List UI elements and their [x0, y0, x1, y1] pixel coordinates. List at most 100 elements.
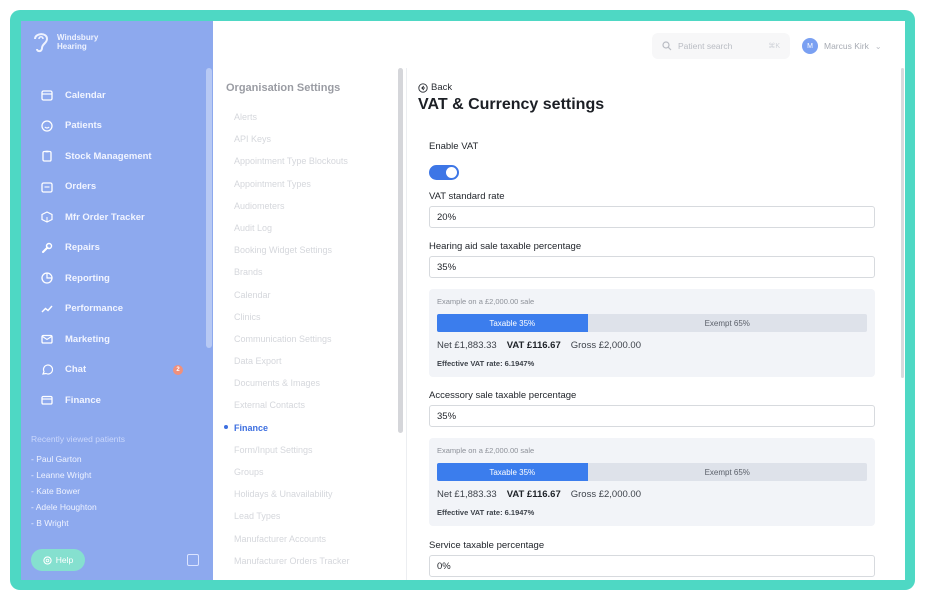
sidebar-item-marketing[interactable]: Marketing: [21, 324, 213, 355]
settings-nav-item[interactable]: Documents & Images: [226, 376, 350, 398]
sidebar-item-reporting[interactable]: Reporting: [21, 263, 213, 294]
page-title: VAT & Currency settings: [418, 96, 605, 113]
hearing-aid-example-box: Example on a £2,000.00 sale Taxable 35% …: [429, 289, 875, 377]
settings-nav-scrollbar[interactable]: [398, 68, 403, 433]
settings-nav-item[interactable]: Appointment Types: [226, 177, 350, 199]
sidebar-item-calendar[interactable]: Calendar: [21, 80, 213, 111]
clipboard-icon: [41, 150, 53, 162]
settings-nav-item[interactable]: API Keys: [226, 132, 350, 154]
brand-name-line2: Hearing: [57, 42, 87, 51]
patient-search-label: Patient search: [678, 41, 733, 51]
sidebar-item-label: Stock Management: [65, 150, 152, 162]
sidebar-item-label: Marketing: [65, 333, 110, 345]
sidebar-item-orders[interactable]: Orders: [21, 172, 213, 203]
back-link-label: Back: [431, 82, 453, 93]
recent-patients-list: - Paul Garton - Leanne Wright - Kate Bow…: [31, 451, 97, 531]
settings-nav-item[interactable]: Holidays & Unavailability: [226, 487, 350, 509]
sidebar-item-finance[interactable]: Finance: [21, 385, 213, 416]
settings-nav-item[interactable]: Manufacturer Orders Tracker: [226, 554, 350, 576]
taxable-split-bar: Taxable 35% Exempt 65%: [437, 314, 867, 332]
avatar: M: [802, 38, 818, 54]
recent-patient-link[interactable]: - Kate Bower: [31, 483, 97, 499]
accessory-taxable-input[interactable]: [429, 405, 875, 427]
enable-vat-label: Enable VAT: [429, 141, 479, 152]
orders-icon: [41, 181, 53, 193]
back-link[interactable]: Back: [418, 82, 452, 93]
sidebar-item-label: Calendar: [65, 89, 106, 101]
sidebar-item-label: Chat: [65, 364, 87, 376]
effective-vat-rate: Effective VAT rate: 6.1947%: [437, 359, 535, 368]
settings-nav-item[interactable]: Form/Input Settings: [226, 443, 350, 465]
exempt-segment: Exempt 65%: [704, 318, 750, 328]
settings-nav-list: Alerts API Keys Appointment Type Blockouts…: [224, 110, 350, 576]
sidebar-item-performance[interactable]: Performance: [21, 294, 213, 325]
sidebar-item-label: Reporting: [65, 272, 110, 284]
settings-nav-item[interactable]: Communication Settings: [226, 332, 350, 354]
main-scrollbar[interactable]: [901, 68, 904, 378]
calendar-icon: [41, 89, 53, 101]
service-taxable-label: Service taxable percentage: [429, 540, 545, 551]
settings-nav-item[interactable]: Clinics: [226, 310, 350, 332]
wrench-icon: [41, 242, 53, 254]
vat-rate-input[interactable]: [429, 206, 875, 228]
sidebar-item-patients[interactable]: Patients: [21, 111, 213, 142]
sidebar-item-label: Patients: [65, 120, 102, 132]
sidebar-item-chat[interactable]: Chat 2: [21, 355, 213, 386]
settings-nav-item[interactable]: Calendar: [226, 288, 350, 310]
settings-nav-item[interactable]: Appointment Type Blockouts: [226, 154, 350, 176]
sidebar-item-mfr-order-tracker[interactable]: Mfr Order Tracker: [21, 202, 213, 233]
settings-nav-item[interactable]: Alerts: [226, 110, 350, 132]
settings-nav-item[interactable]: Lead Types: [226, 509, 350, 531]
recent-patient-link[interactable]: - B Wright: [31, 515, 97, 531]
settings-nav-item[interactable]: Manufacturer Accounts: [226, 532, 350, 554]
settings-nav-item[interactable]: Audit Log: [226, 221, 350, 243]
service-taxable-input[interactable]: [429, 555, 875, 577]
search-shortcut: ⌘K: [768, 43, 780, 50]
sidebar-item-stock-management[interactable]: Stock Management: [21, 141, 213, 172]
settings-nav-item[interactable]: Booking Widget Settings: [226, 243, 350, 265]
hearing-aid-taxable-label: Hearing aid sale taxable percentage: [429, 241, 582, 252]
brand-name: Windsbury Hearing: [57, 33, 107, 51]
sidebar-scrollbar[interactable]: [206, 68, 212, 348]
gross-amount: Gross £2,000.00: [570, 340, 641, 351]
help-button[interactable]: Help: [31, 549, 85, 571]
settings-nav-item[interactable]: Data Export: [226, 354, 350, 376]
recent-patients-title: Recently viewed patients: [31, 434, 126, 444]
sidebar-item-label: Repairs: [65, 242, 100, 254]
card-icon: [41, 394, 53, 406]
settings-nav-item[interactable]: Brands: [226, 265, 350, 287]
recent-patient-link[interactable]: - Adele Houghton: [31, 499, 97, 515]
recent-patient-link[interactable]: - Leanne Wright: [31, 467, 97, 483]
help-icon: [43, 555, 52, 565]
enable-vat-toggle[interactable]: [429, 165, 459, 180]
sidebar-item-label: Mfr Order Tracker: [65, 211, 145, 223]
vat-rate-label: VAT standard rate: [429, 191, 505, 202]
settings-form-panel: Enable VAT VAT standard rate Hearing aid…: [418, 129, 886, 580]
price-breakdown: Net £1,883.33 VAT £116.67 Gross £2,000.0…: [437, 340, 641, 351]
example-caption: Example on a £2,000.00 sale: [437, 446, 535, 455]
brand-logo[interactable]: Windsbury Hearing: [31, 29, 107, 55]
settings-nav-item[interactable]: Finance: [224, 421, 350, 443]
patient-search-button[interactable]: Patient search ⌘K: [652, 33, 790, 59]
hearing-aid-taxable-input[interactable]: [429, 256, 875, 278]
settings-nav: Organisation Settings Alerts API Keys Appo…: [213, 68, 403, 580]
recent-patient-link[interactable]: - Paul Garton: [31, 451, 97, 467]
sidebar-item-label: Performance: [65, 303, 124, 315]
settings-nav-item[interactable]: Groups: [226, 465, 350, 487]
chat-icon: [41, 364, 53, 376]
sidebar: Windsbury Hearing Calendar Patients Stoc…: [21, 21, 213, 580]
mail-icon: [41, 333, 53, 345]
user-name: Marcus Kirk: [824, 41, 869, 51]
sidebar-item-repairs[interactable]: Repairs: [21, 233, 213, 264]
exempt-segment: Exempt 65%: [704, 467, 750, 477]
pie-chart-icon: [41, 272, 53, 284]
vat-amount: VAT £116.67: [506, 489, 561, 500]
app-window: Windsbury Hearing Calendar Patients Stoc…: [21, 21, 905, 580]
user-menu[interactable]: M Marcus Kirk ⌄: [802, 33, 882, 59]
trend-icon: [41, 303, 53, 315]
vat-settings-form: Enable VAT VAT standard rate Hearing aid…: [418, 129, 886, 580]
net-amount: Net £1,883.33: [437, 489, 497, 500]
collapse-sidebar-icon[interactable]: [187, 554, 199, 566]
settings-nav-item[interactable]: Audiometers: [226, 199, 350, 221]
settings-nav-item[interactable]: External Contacts: [226, 398, 350, 420]
